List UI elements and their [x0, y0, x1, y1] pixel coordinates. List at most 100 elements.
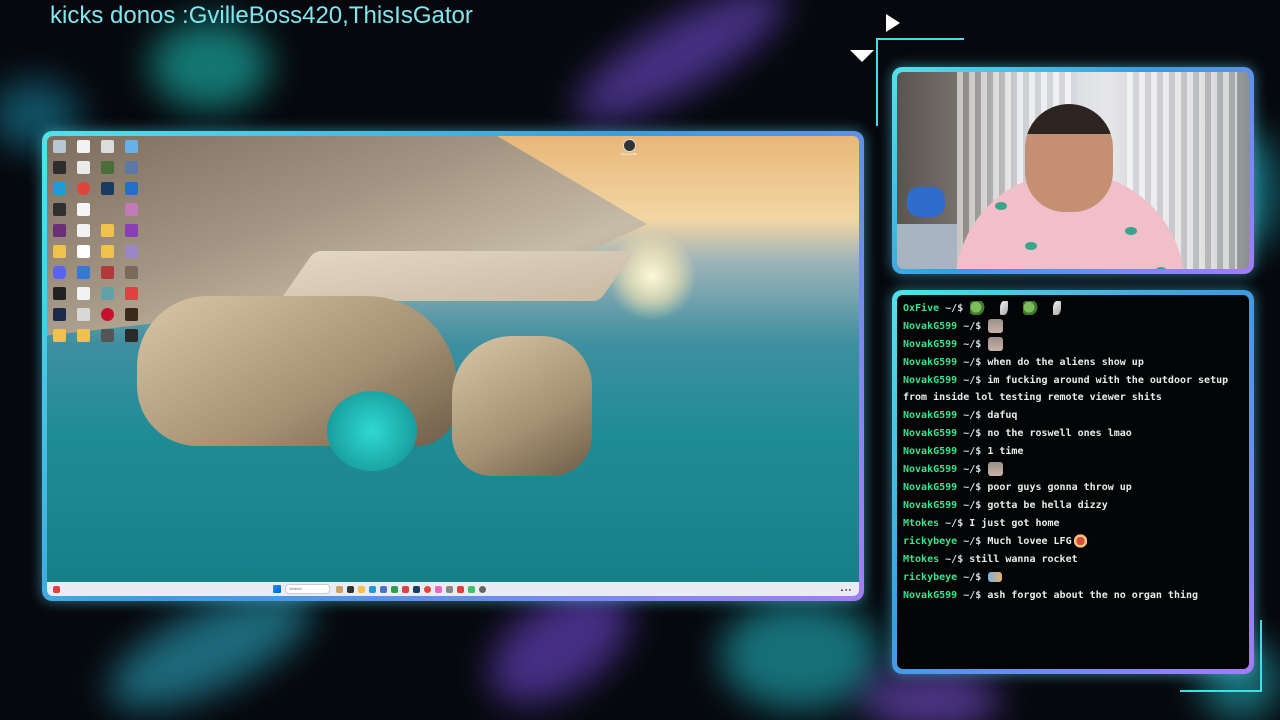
chat-frame: OxFive ~/$ NovakG599 ~/$ NovakG599 ~/$ N…	[892, 290, 1254, 674]
taskbar-app-icon[interactable]	[446, 585, 453, 593]
chat-username[interactable]: rickybeye	[903, 536, 957, 547]
app-icon[interactable]	[77, 266, 90, 279]
taskbar-app-icon[interactable]	[380, 585, 387, 593]
chat-username[interactable]: rickybeye	[903, 572, 957, 583]
app-icon[interactable]	[77, 203, 90, 216]
app-icon[interactable]	[77, 287, 90, 300]
app-icon[interactable]	[125, 182, 138, 195]
chat-text: gotta be hella dizzy	[987, 499, 1108, 511]
chat-username[interactable]: Mtokes	[903, 518, 939, 529]
app-icon[interactable]	[77, 224, 90, 237]
chat-username[interactable]: NovakG599	[903, 590, 957, 601]
taskbar-app-icon[interactable]	[402, 585, 409, 593]
app-icon[interactable]	[77, 161, 90, 174]
file-icon[interactable]	[77, 245, 90, 258]
chat-username[interactable]: NovakG599	[903, 500, 957, 511]
app-icon[interactable]	[101, 308, 114, 321]
chat-username[interactable]: NovakG599	[903, 375, 957, 386]
app-icon[interactable]	[125, 287, 138, 300]
recycle-bin-icon	[622, 139, 636, 152]
chat-username[interactable]: NovakG599	[903, 482, 957, 493]
app-icon[interactable]	[125, 140, 138, 153]
chat-message: NovakG599 ~/$ poor guys gonna throw up	[903, 480, 1243, 497]
chat-username[interactable]: OxFive	[903, 303, 939, 314]
streamer-head	[1025, 104, 1113, 212]
chat-username[interactable]: NovakG599	[903, 464, 957, 475]
app-icon[interactable]	[101, 140, 114, 153]
recycle-bin-icon[interactable]	[53, 140, 66, 153]
app-icon[interactable]	[77, 140, 90, 153]
webcam-feed	[897, 72, 1249, 269]
chat-username[interactable]: NovakG599	[903, 357, 957, 368]
edge-icon[interactable]	[53, 182, 66, 195]
taskbar-search-input[interactable]: Search	[285, 584, 330, 594]
chat-message: rickybeye ~/$ Much lovee LFG	[903, 533, 1243, 551]
folder-icon[interactable]	[358, 585, 365, 593]
chat-prompt: ~/$	[963, 481, 982, 493]
app-icon[interactable]	[125, 245, 138, 258]
chat-message: NovakG599 ~/$ gotta be hella dizzy	[903, 498, 1243, 515]
steam-icon[interactable]	[413, 585, 420, 593]
app-icon[interactable]	[53, 161, 66, 174]
feather-emote	[1000, 301, 1009, 315]
app-icon[interactable]	[53, 203, 66, 216]
app-icon[interactable]	[53, 287, 66, 300]
chat-message: NovakG599 ~/$ ash forgot about the no or…	[903, 588, 1243, 605]
windows-start-icon[interactable]	[273, 585, 281, 593]
app-icon[interactable]	[125, 266, 138, 279]
chat-username[interactable]: NovakG599	[903, 446, 957, 457]
frog-emote	[970, 301, 986, 315]
app-icon[interactable]	[125, 224, 138, 237]
recycle-bin-shortcut[interactable]: Recycle Bin	[619, 139, 639, 156]
chat-text: still wanna rocket	[969, 553, 1078, 565]
chat-username[interactable]: NovakG599	[903, 410, 957, 421]
chat-username[interactable]: Mtokes	[903, 554, 939, 565]
butterfly-pattern	[1155, 267, 1167, 269]
chat-username[interactable]: NovakG599	[903, 321, 957, 332]
steam-icon[interactable]	[101, 182, 114, 195]
app-icon[interactable]	[77, 308, 90, 321]
system-tray[interactable]: ▲ ● ●	[840, 587, 851, 592]
taskbar-app-icon[interactable]	[347, 585, 354, 593]
weather-widget[interactable]	[53, 585, 273, 593]
folder-icon[interactable]	[101, 224, 114, 237]
folder-icon[interactable]	[53, 245, 66, 258]
app-icon[interactable]	[53, 308, 66, 321]
webcam-room	[897, 72, 1249, 269]
chat-text: dafuq	[987, 409, 1018, 421]
chat-text: no the roswell ones lmao	[987, 427, 1132, 439]
taskbar-app-icon[interactable]	[468, 585, 475, 593]
folder-icon[interactable]	[101, 245, 114, 258]
taskbar-app-icon[interactable]	[457, 585, 464, 593]
app-icon[interactable]	[125, 308, 138, 321]
app-icon[interactable]	[125, 161, 138, 174]
epic-games-icon[interactable]	[125, 329, 138, 342]
app-icon[interactable]	[101, 161, 114, 174]
triangle-icon	[850, 50, 874, 62]
chrome-icon[interactable]	[77, 182, 90, 195]
app-icon[interactable]	[101, 287, 114, 300]
app-icon[interactable]	[53, 224, 66, 237]
frog-emote	[1023, 301, 1039, 315]
taskbar-app-icon[interactable]	[435, 585, 442, 593]
recycle-bin-label: Recycle Bin	[621, 152, 637, 156]
discord-icon[interactable]	[53, 266, 66, 279]
settings-icon[interactable]	[479, 585, 486, 593]
webcam-frame	[892, 67, 1254, 274]
app-icon[interactable]	[125, 203, 138, 216]
folder-icon[interactable]	[77, 329, 90, 342]
chat-prompt: ~/$	[963, 357, 982, 368]
chat-prompt: ~/$	[963, 427, 982, 439]
chrome-icon[interactable]	[424, 585, 431, 593]
edge-icon[interactable]	[369, 585, 376, 593]
taskbar-app-icon[interactable]	[391, 585, 398, 593]
app-icon[interactable]	[101, 266, 114, 279]
chat-message: NovakG599 ~/$ 1 time	[903, 444, 1243, 461]
chat-username[interactable]: NovakG599	[903, 339, 957, 350]
chat-username[interactable]: NovakG599	[903, 428, 957, 439]
app-icon[interactable]	[101, 329, 114, 342]
rock-formation	[452, 336, 592, 476]
taskbar-app-icon[interactable]	[336, 585, 343, 593]
folder-icon[interactable]	[53, 329, 66, 342]
screen-capture-frame: Recycle Bin Search ▲ ● ●	[42, 131, 864, 601]
